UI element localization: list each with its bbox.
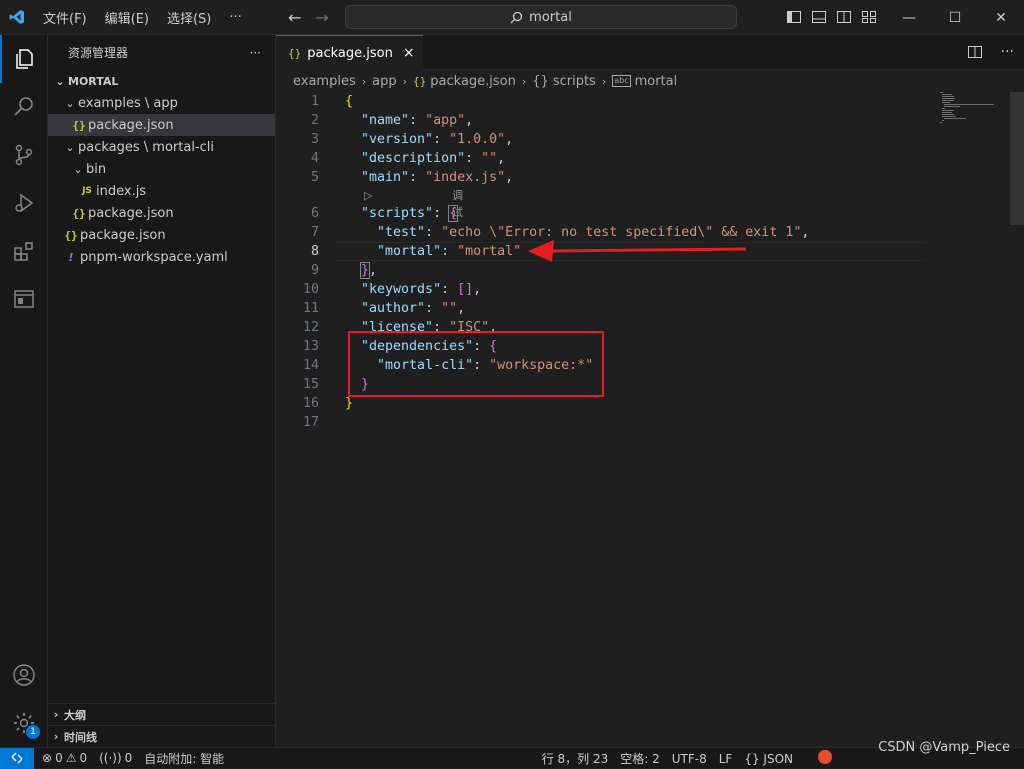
forward-arrow-icon[interactable]: → xyxy=(315,8,328,27)
json-file-icon: {} xyxy=(72,206,86,220)
tree-item-package-json[interactable]: {} package.json xyxy=(48,202,275,224)
remote-indicator-icon[interactable] xyxy=(0,747,34,769)
workspace-root[interactable]: ⌄ MORTAL xyxy=(48,70,275,92)
manage-gear-icon[interactable]: 1 xyxy=(0,699,48,747)
menu-file[interactable]: 文件(F) xyxy=(34,8,96,27)
maximize-icon[interactable]: ☐ xyxy=(932,0,978,35)
chevron-down-icon: ⌄ xyxy=(55,74,65,88)
tree-item-package-json[interactable]: {} package.json xyxy=(48,114,275,136)
tree-item-label: index.js xyxy=(96,183,147,199)
tree-item-label: bin xyxy=(86,161,107,177)
chevron-right-icon: › xyxy=(53,708,59,721)
menu-edit[interactable]: 编辑(E) xyxy=(96,8,158,27)
back-arrow-icon[interactable]: ← xyxy=(288,8,301,27)
watermark: CSDN @Vamp_Piece xyxy=(878,740,1010,755)
annotation-overlay xyxy=(348,240,747,397)
vscode-logo-icon[interactable] xyxy=(0,0,34,35)
warning-icon: ⚠ xyxy=(65,751,77,765)
tree-item-packages-mortal-cli[interactable]: ⌄ packages \ mortal-cli xyxy=(48,136,275,158)
extensions-icon[interactable] xyxy=(0,227,48,275)
tree-item-label: pnpm-workspace.yaml xyxy=(80,249,228,265)
tree-item-label: package.json xyxy=(80,227,166,243)
toggle-primary-sidebar-icon[interactable] xyxy=(786,9,802,25)
error-icon: ⊗ xyxy=(42,751,53,765)
tree-item-label: package.json xyxy=(88,117,174,133)
end-of-line[interactable]: LF xyxy=(713,752,739,766)
red-arrow-annotation xyxy=(528,240,747,262)
tree-item-pnpm-workspace[interactable]: ! pnpm-workspace.yaml xyxy=(48,246,275,268)
menu-more[interactable]: ··· xyxy=(220,10,250,25)
tree-item-index-js[interactable]: JS index.js xyxy=(48,180,275,202)
toggle-secondary-sidebar-icon[interactable] xyxy=(836,9,852,25)
explorer-title: 资源管理器 xyxy=(68,46,129,60)
auto-attach-status[interactable]: 自动附加: 智能 xyxy=(138,750,230,767)
command-center-search[interactable]: mortal xyxy=(345,5,737,29)
json-file-icon: {} xyxy=(72,118,86,132)
sogou-ime-icon xyxy=(818,750,832,764)
chevron-down-icon: ⌄ xyxy=(73,162,83,176)
vertical-scrollbar[interactable] xyxy=(1010,92,1024,747)
source-control-icon[interactable] xyxy=(0,131,48,179)
search-text: mortal xyxy=(529,9,572,25)
timeline-section[interactable]: › 时间线 xyxy=(48,725,276,747)
run-debug-icon[interactable] xyxy=(0,179,48,227)
update-badge: 1 xyxy=(26,725,40,739)
search-icon xyxy=(510,11,523,23)
customize-layout-icon[interactable] xyxy=(861,9,877,25)
title-bar: 文件(F) 编辑(E) 选择(S) ··· ← → mortal — ☐ ✕ xyxy=(0,0,1024,35)
activity-bar: 1 xyxy=(0,35,48,747)
encoding[interactable]: UTF-8 xyxy=(666,752,713,766)
red-box-annotation xyxy=(348,331,604,397)
ports-indicator[interactable]: ((·)) 0 xyxy=(93,751,138,765)
chevron-right-icon: › xyxy=(53,730,59,743)
antenna-icon: ((·)) xyxy=(99,751,122,765)
problems-indicator[interactable]: ⊗ 0 ⚠ 0 xyxy=(34,751,93,765)
menu-selection[interactable]: 选择(S) xyxy=(158,8,220,27)
close-icon[interactable]: ✕ xyxy=(978,0,1024,35)
remote-explorer-icon[interactable] xyxy=(0,275,48,323)
search-view-icon[interactable] xyxy=(0,83,48,131)
language-mode[interactable]: {} JSON xyxy=(738,752,799,766)
tree-item-examples-app[interactable]: ⌄ examples \ app xyxy=(48,92,275,114)
tree-item-bin[interactable]: ⌄ bin xyxy=(48,158,275,180)
chevron-down-icon: ⌄ xyxy=(65,140,75,154)
indentation[interactable]: 空格: 2 xyxy=(614,750,666,767)
tree-item-label: examples \ app xyxy=(78,95,178,111)
minimize-icon[interactable]: — xyxy=(886,0,932,35)
chevron-down-icon: ⌄ xyxy=(65,96,75,110)
account-icon[interactable] xyxy=(0,651,48,699)
json-file-icon: {} xyxy=(64,228,78,242)
tree-item-package-json[interactable]: {} package.json xyxy=(48,224,275,246)
yaml-file-icon: ! xyxy=(68,250,74,264)
minimap[interactable] xyxy=(940,92,1010,132)
scrollbar-thumb[interactable] xyxy=(1010,92,1024,225)
explorer-icon[interactable] xyxy=(0,35,48,83)
js-file-icon: JS xyxy=(82,186,92,196)
editor-area: {} package.json × ··· examples › app › {… xyxy=(276,35,1024,747)
cursor-position[interactable]: 行 8，列 23 xyxy=(536,750,615,767)
toggle-panel-icon[interactable] xyxy=(811,9,827,25)
explorer-sidebar: 资源管理器 ··· ⌄ MORTAL ⌄ examples \ app {} p… xyxy=(48,35,276,747)
outline-section[interactable]: › 大纲 xyxy=(48,703,276,725)
tree-item-label: package.json xyxy=(88,205,174,221)
explorer-more-button[interactable]: ··· xyxy=(250,46,261,60)
tree-item-label: packages \ mortal-cli xyxy=(78,139,214,155)
